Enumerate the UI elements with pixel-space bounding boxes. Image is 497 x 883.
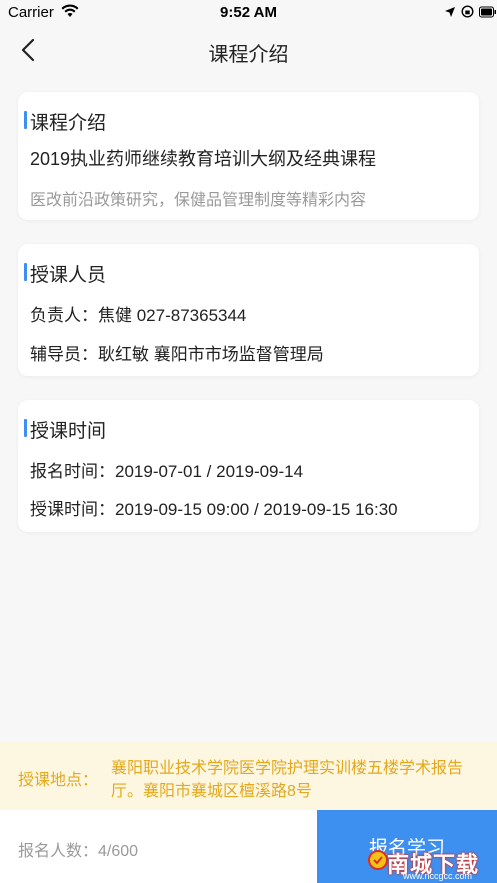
staff-card: 授课人员 负责人：焦健 027-87365344 辅导员：耿红敏 襄阳市市场监督… [18,244,479,376]
schedule-heading: 授课时间 [30,421,107,442]
tutor-info: 辅导员：耿红敏 襄阳市市场监督管理局 [30,345,324,364]
course-name: 2019执业药师继续教育培训大纲及经典课程 [30,149,377,169]
class-period: 授课时间：2019-09-15 09:00 / 2019-09-15 16:30 [30,500,398,519]
location-arrow-icon [445,7,455,17]
schedule-card: 授课时间 报名时间：2019-07-01 / 2019-09-14 授课时间：2… [18,400,479,532]
battery-icon [479,6,496,18]
watermark-url: www.nccgcc.com [403,871,473,881]
page-title: 课程介绍 [208,44,289,66]
signup-period: 报名时间：2019-07-01 / 2019-09-14 [30,462,304,481]
section-accent [24,263,27,281]
staff-heading: 授课人员 [30,265,107,286]
course-description: 医改前沿政策研究，保健品管理制度等精彩内容 [30,192,367,209]
rotation-lock-icon [461,5,474,18]
course-intro-heading: 课程介绍 [30,113,107,134]
watermark-emblem-icon [368,850,388,870]
location-value: 襄阳职业技术学院医学院护理实训楼五楼学术报告厅。襄阳市襄城区檀溪路8号 [111,760,464,800]
status-bar: Carrier 9:52 AM [0,0,497,26]
clock: 9:52 AM [220,4,277,21]
location-banner: 授课地点： 襄阳职业技术学院医学院护理实训楼五楼学术报告厅。襄阳市襄城区檀溪路8… [0,742,497,810]
section-accent [24,419,27,437]
navigation-bar: 课程介绍 [0,26,497,76]
signup-count: 报名人数：4/600 [18,843,139,860]
location-label: 授课地点： [18,772,99,789]
section-accent [24,111,27,129]
lead-info: 负责人：焦健 027-87365344 [30,306,247,325]
course-intro-card: 课程介绍 2019执业药师继续教育培训大纲及经典课程 医改前沿政策研究，保健品管… [18,92,479,220]
watermark-logo: 南城下载 www.nccgcc.com [365,845,497,883]
